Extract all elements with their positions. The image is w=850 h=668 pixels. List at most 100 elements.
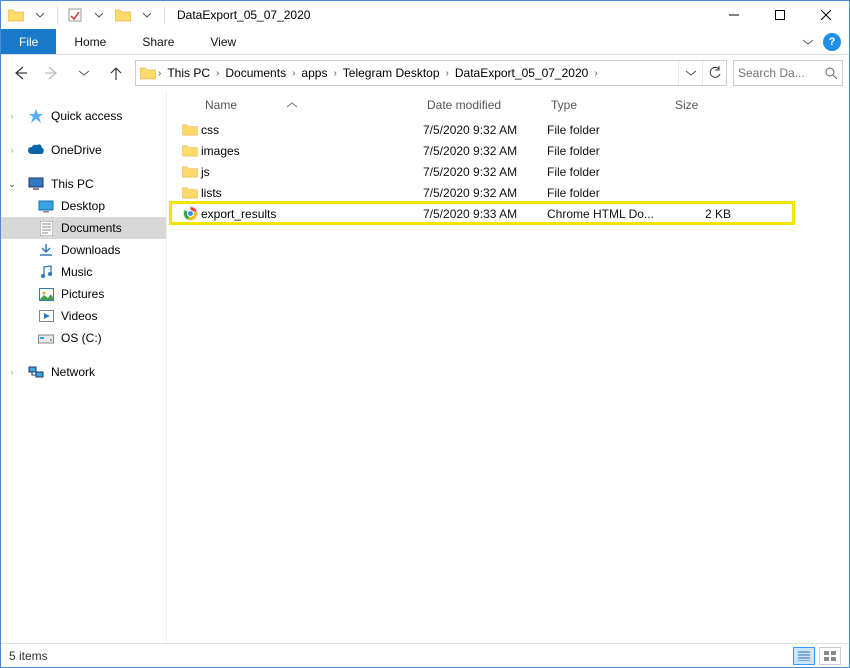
table-row[interactable]: export_results7/5/2020 9:33 AMChrome HTM…: [167, 203, 849, 224]
file-date: 7/5/2020 9:32 AM: [423, 186, 547, 200]
desktop-icon: [37, 200, 55, 213]
file-name: export_results: [201, 207, 423, 221]
properties-icon[interactable]: [64, 4, 86, 26]
quick-access-toolbar: [1, 4, 169, 26]
chevron-right-icon[interactable]: ›: [214, 68, 221, 79]
breadcrumb[interactable]: Documents: [221, 66, 290, 80]
sidebar-item-pictures[interactable]: Pictures: [1, 283, 166, 305]
down-chevron-icon[interactable]: [136, 4, 158, 26]
sidebar-item-documents[interactable]: Documents: [1, 217, 166, 239]
breadcrumb[interactable]: Telegram Desktop: [339, 66, 444, 80]
details-view-button[interactable]: [793, 647, 815, 665]
file-date: 7/5/2020 9:32 AM: [423, 123, 547, 137]
up-button[interactable]: [103, 60, 129, 86]
search-box[interactable]: [733, 60, 843, 86]
table-row[interactable]: images7/5/2020 9:32 AMFile folder: [167, 140, 849, 161]
file-name: images: [201, 144, 423, 158]
chevron-right-icon[interactable]: ›: [156, 68, 163, 79]
pictures-icon: [37, 288, 55, 301]
recent-locations-icon[interactable]: [71, 60, 97, 86]
sidebar-item-label: Downloads: [61, 243, 120, 257]
table-row[interactable]: js7/5/2020 9:32 AMFile folder: [167, 161, 849, 182]
column-header-size[interactable]: Size: [671, 98, 751, 112]
folder-icon: [179, 186, 201, 199]
tab-home[interactable]: Home: [56, 29, 124, 54]
network-icon: [27, 366, 45, 379]
file-tab[interactable]: File: [1, 29, 56, 54]
collapse-icon[interactable]: ⌄: [7, 179, 17, 190]
sidebar-item-music[interactable]: Music: [1, 261, 166, 283]
folder-icon: [179, 165, 201, 178]
table-row[interactable]: lists7/5/2020 9:32 AMFile folder: [167, 182, 849, 203]
breadcrumb[interactable]: apps: [297, 66, 331, 80]
sidebar-item-label: Quick access: [51, 109, 122, 123]
sidebar-item-network[interactable]: › Network: [1, 361, 166, 383]
sidebar-item-label: Desktop: [61, 199, 105, 213]
separator: [57, 6, 58, 24]
minimize-button[interactable]: [711, 1, 757, 29]
forward-button[interactable]: [39, 60, 65, 86]
file-name: js: [201, 165, 423, 179]
down-chevron-icon[interactable]: [88, 4, 110, 26]
sidebar-item-downloads[interactable]: Downloads: [1, 239, 166, 261]
close-button[interactable]: [803, 1, 849, 29]
file-name: lists: [201, 186, 423, 200]
breadcrumb[interactable]: DataExport_05_07_2020: [451, 66, 592, 80]
address-bar[interactable]: › This PC › Documents › apps › Telegram …: [135, 60, 727, 86]
help-button[interactable]: ?: [823, 33, 841, 51]
sidebar-item-os-c[interactable]: OS (C:): [1, 327, 166, 349]
search-icon[interactable]: [825, 67, 838, 80]
tab-share[interactable]: Share: [124, 29, 192, 54]
folder-icon: [179, 144, 201, 157]
file-date: 7/5/2020 9:32 AM: [423, 144, 547, 158]
folder-icon[interactable]: [5, 4, 27, 26]
back-button[interactable]: [7, 60, 33, 86]
window-title: DataExport_05_07_2020: [177, 8, 310, 22]
tab-view[interactable]: View: [192, 29, 254, 54]
sidebar-item-desktop[interactable]: Desktop: [1, 195, 166, 217]
sidebar-item-videos[interactable]: Videos: [1, 305, 166, 327]
sidebar-item-label: Documents: [61, 221, 122, 235]
refresh-button[interactable]: [702, 61, 726, 85]
icons-view-button[interactable]: [819, 647, 841, 665]
search-input[interactable]: [738, 66, 810, 80]
sidebar-item-label: Network: [51, 365, 95, 379]
sidebar-item-this-pc[interactable]: ⌄ This PC: [1, 173, 166, 195]
separator: [164, 6, 165, 24]
chevron-right-icon[interactable]: ›: [592, 68, 599, 79]
table-row[interactable]: css7/5/2020 9:32 AMFile folder: [167, 119, 849, 140]
breadcrumb[interactable]: This PC: [163, 66, 214, 80]
chevron-right-icon[interactable]: ›: [290, 68, 297, 79]
chevron-right-icon[interactable]: ›: [444, 68, 451, 79]
file-name: css: [201, 123, 423, 137]
this-pc-icon: [27, 177, 45, 191]
column-header-date[interactable]: Date modified: [423, 98, 547, 112]
address-dropdown-icon[interactable]: [678, 61, 702, 85]
expand-icon[interactable]: ›: [7, 367, 17, 377]
column-header-name[interactable]: Name: [201, 98, 423, 112]
status-bar: 5 items: [1, 643, 849, 667]
file-list: css7/5/2020 9:32 AMFile folderimages7/5/…: [167, 119, 849, 224]
chrome-icon: [179, 206, 201, 221]
expand-icon[interactable]: ›: [7, 145, 17, 155]
navigation-pane: › Quick access › OneDrive ⌄ This PC Desk…: [1, 91, 167, 643]
file-date: 7/5/2020 9:33 AM: [423, 207, 547, 221]
sidebar-item-onedrive[interactable]: › OneDrive: [1, 139, 166, 161]
ribbon-expand-icon[interactable]: [803, 39, 813, 45]
expand-icon[interactable]: ›: [7, 111, 17, 121]
chevron-right-icon[interactable]: ›: [331, 68, 338, 79]
downloads-icon: [37, 243, 55, 257]
sidebar-item-label: Music: [61, 265, 92, 279]
ribbon: File Home Share View ?: [1, 29, 849, 55]
file-size: 2 KB: [671, 207, 751, 221]
file-type: File folder: [547, 123, 671, 137]
folder-icon[interactable]: [112, 4, 134, 26]
column-header-type[interactable]: Type: [547, 98, 671, 112]
window-controls: [711, 1, 849, 29]
sidebar-item-quick-access[interactable]: › Quick access: [1, 105, 166, 127]
file-date: 7/5/2020 9:32 AM: [423, 165, 547, 179]
maximize-button[interactable]: [757, 1, 803, 29]
sidebar-item-label: This PC: [51, 177, 94, 191]
down-chevron-icon[interactable]: [29, 4, 51, 26]
sidebar-item-label: OneDrive: [51, 143, 102, 157]
